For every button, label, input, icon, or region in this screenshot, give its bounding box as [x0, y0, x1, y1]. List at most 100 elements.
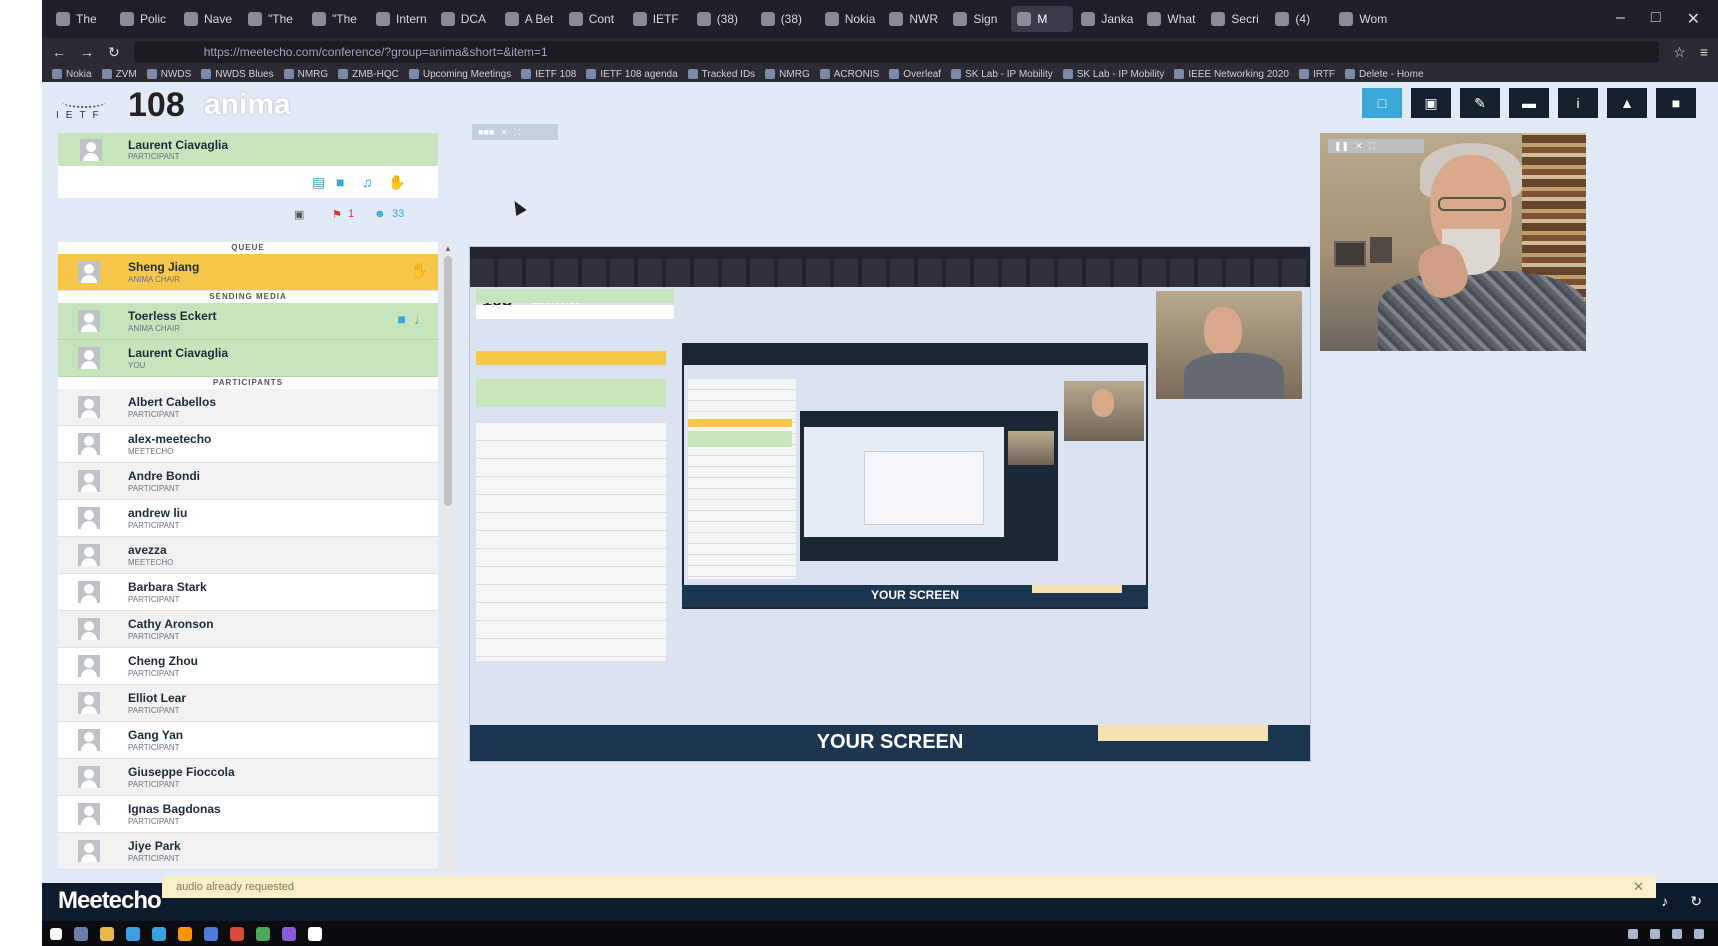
- search-icon[interactable]: [74, 926, 88, 941]
- reload-icon[interactable]: ↻: [108, 44, 120, 61]
- participant-row[interactable]: Ignas Bagdonas PARTICIPANT: [58, 796, 438, 833]
- app-icon[interactable]: [256, 926, 270, 941]
- participant-list[interactable]: QUEUE Sheng Jiang ANIMA CHAIR ✋ SENDING MEDI…: [58, 242, 438, 872]
- screen-share-view[interactable]: 108 anima YOUR SCREEN YO: [469, 246, 1311, 762]
- close-icon[interactable]: ✕: [500, 127, 508, 138]
- start-icon[interactable]: [50, 927, 62, 940]
- browser-tab[interactable]: DCA: [435, 6, 497, 32]
- scrollbar-thumb[interactable]: [444, 256, 452, 506]
- participant-row[interactable]: Albert Cabellos PARTICIPANT: [58, 389, 438, 426]
- browser-tab[interactable]: Secri: [1205, 6, 1267, 32]
- participant-row[interactable]: Laurent Ciavaglia YOU: [58, 340, 438, 377]
- browser-tab[interactable]: What: [1141, 6, 1203, 32]
- exit-button[interactable]: ■: [1656, 88, 1696, 118]
- participant-row[interactable]: andrew liu PARTICIPANT: [58, 500, 438, 537]
- close-icon[interactable]: ✕: [1633, 879, 1644, 895]
- browser-tab[interactable]: IETF: [627, 6, 689, 32]
- participant-row[interactable]: Andre Bondi PARTICIPANT: [58, 463, 438, 500]
- browser-tab[interactable]: Polic: [114, 6, 176, 32]
- close-icon[interactable]: ✕: [1355, 141, 1363, 152]
- app-icon[interactable]: [230, 926, 244, 941]
- tray-icon[interactable]: [1628, 928, 1638, 939]
- browser-tab[interactable]: Wom: [1333, 6, 1395, 32]
- refresh-icon[interactable]: ↻: [1690, 893, 1702, 910]
- browser-tab[interactable]: (38): [691, 6, 753, 32]
- fullscreen-icon[interactable]: ⛶: [1369, 141, 1375, 152]
- folder-icon[interactable]: [100, 926, 114, 941]
- minimize-icon[interactable]: –: [1616, 9, 1625, 29]
- pause-icon[interactable]: ❚❚: [1334, 141, 1349, 152]
- participant-row[interactable]: Cathy Aronson PARTICIPANT: [58, 611, 438, 648]
- browser-tab[interactable]: Cont: [563, 6, 625, 32]
- bookmark-item[interactable]: ZMB-HQC: [338, 69, 399, 80]
- address-bar[interactable]: https://meetecho.com/conference/?group=a…: [133, 41, 1660, 63]
- volume-icon[interactable]: ♪: [1661, 893, 1668, 910]
- bookmark-item[interactable]: IRTF: [1299, 69, 1335, 80]
- bookmark-item[interactable]: IETF 108 agenda: [586, 69, 677, 80]
- bookmark-item[interactable]: ACRONIS: [820, 69, 880, 80]
- back-icon[interactable]: ←: [52, 44, 66, 60]
- app-icon[interactable]: [282, 926, 296, 941]
- browser-tab[interactable]: Sign: [947, 6, 1009, 32]
- bookmark-item[interactable]: SK Lab - IP Mobility: [951, 69, 1053, 80]
- participant-list-scrollbar[interactable]: ▲: [442, 242, 454, 872]
- bookmark-item[interactable]: Delete - Home: [1345, 69, 1423, 80]
- fullscreen-icon[interactable]: ⛶: [514, 127, 520, 138]
- layout-button[interactable]: ▣: [1411, 88, 1451, 118]
- maximize-icon[interactable]: □: [1651, 9, 1661, 29]
- app-icon[interactable]: [204, 926, 218, 941]
- info-button[interactable]: i: [1558, 88, 1598, 118]
- raise-hand-icon[interactable]: ✋: [388, 174, 406, 190]
- scroll-up-icon[interactable]: ▲: [444, 244, 452, 253]
- browser-tab[interactable]: "The: [306, 6, 368, 32]
- volume-icon[interactable]: [1672, 928, 1682, 939]
- firefox-icon[interactable]: [178, 926, 192, 941]
- browser-tab[interactable]: Janka: [1075, 6, 1139, 32]
- bookmark-item[interactable]: Upcoming Meetings: [409, 69, 511, 80]
- bookmark-item[interactable]: Overleaf: [889, 69, 941, 80]
- edit-button[interactable]: ✎: [1460, 88, 1500, 118]
- browser-tab[interactable]: Nave: [178, 6, 240, 32]
- participant-row[interactable]: Elliot Lear PARTICIPANT: [58, 685, 438, 722]
- network-icon[interactable]: [1650, 928, 1660, 939]
- forward-icon[interactable]: →: [80, 44, 94, 60]
- notification-icon[interactable]: [1694, 928, 1704, 939]
- participant-row[interactable]: Jiye Park PARTICIPANT: [58, 833, 438, 870]
- bookmark-item[interactable]: NMRG: [284, 69, 329, 80]
- bookmark-item[interactable]: Tracked IDs: [688, 69, 756, 80]
- menu-icon[interactable]: ≡: [1700, 44, 1708, 60]
- browser-tab[interactable]: (38): [755, 6, 817, 32]
- bookmark-item[interactable]: SK Lab - IP Mobility: [1063, 69, 1165, 80]
- bookmark-item[interactable]: NMRG: [765, 69, 810, 80]
- browser-tab[interactable]: NWR: [883, 6, 945, 32]
- participant-row[interactable]: Sheng Jiang ANIMA CHAIR ✋: [58, 254, 438, 291]
- bookmark-item[interactable]: ZVM: [102, 69, 137, 80]
- browser-tab[interactable]: Intern: [370, 6, 433, 32]
- browser-tab[interactable]: Nokia: [819, 6, 882, 32]
- bookmark-item[interactable]: Nokia: [52, 69, 92, 80]
- browser-tab[interactable]: The: [50, 6, 112, 32]
- bookmark-item[interactable]: IETF 108: [521, 69, 576, 80]
- participant-row[interactable]: Barbara Stark PARTICIPANT: [58, 574, 438, 611]
- bookmark-item[interactable]: NWDS Blues: [201, 69, 273, 80]
- participant-row[interactable]: Toerless Eckert ANIMA CHAIR ♩ ■: [58, 303, 438, 340]
- participant-row[interactable]: alex-meetecho MEETECHO: [58, 426, 438, 463]
- camera-icon[interactable]: ■: [336, 174, 354, 190]
- bookmark-item[interactable]: NWDS: [147, 69, 192, 80]
- star-icon[interactable]: ☆: [1673, 44, 1686, 61]
- chat-button[interactable]: □: [1362, 88, 1402, 118]
- participant-row[interactable]: avezza MEETECHO: [58, 537, 438, 574]
- bookmark-item[interactable]: IEEE Networking 2020: [1174, 69, 1289, 80]
- bell-button[interactable]: ▲: [1607, 88, 1647, 118]
- app-icon[interactable]: [152, 926, 166, 941]
- speaker-video[interactable]: ❚❚ ✕ ⛶: [1320, 133, 1586, 351]
- participant-row[interactable]: Giuseppe Fioccola PARTICIPANT: [58, 759, 438, 796]
- participant-row[interactable]: Cheng Zhou PARTICIPANT: [58, 648, 438, 685]
- browser-tab[interactable]: A Bet: [499, 6, 561, 32]
- participant-row[interactable]: Gang Yan PARTICIPANT: [58, 722, 438, 759]
- app-icon[interactable]: [126, 926, 140, 941]
- chat-icon[interactable]: ▣: [294, 208, 304, 221]
- screen-share-icon[interactable]: ▤: [312, 174, 330, 190]
- browser-tab[interactable]: "The: [242, 6, 304, 32]
- microphone-icon[interactable]: ♫: [362, 174, 380, 190]
